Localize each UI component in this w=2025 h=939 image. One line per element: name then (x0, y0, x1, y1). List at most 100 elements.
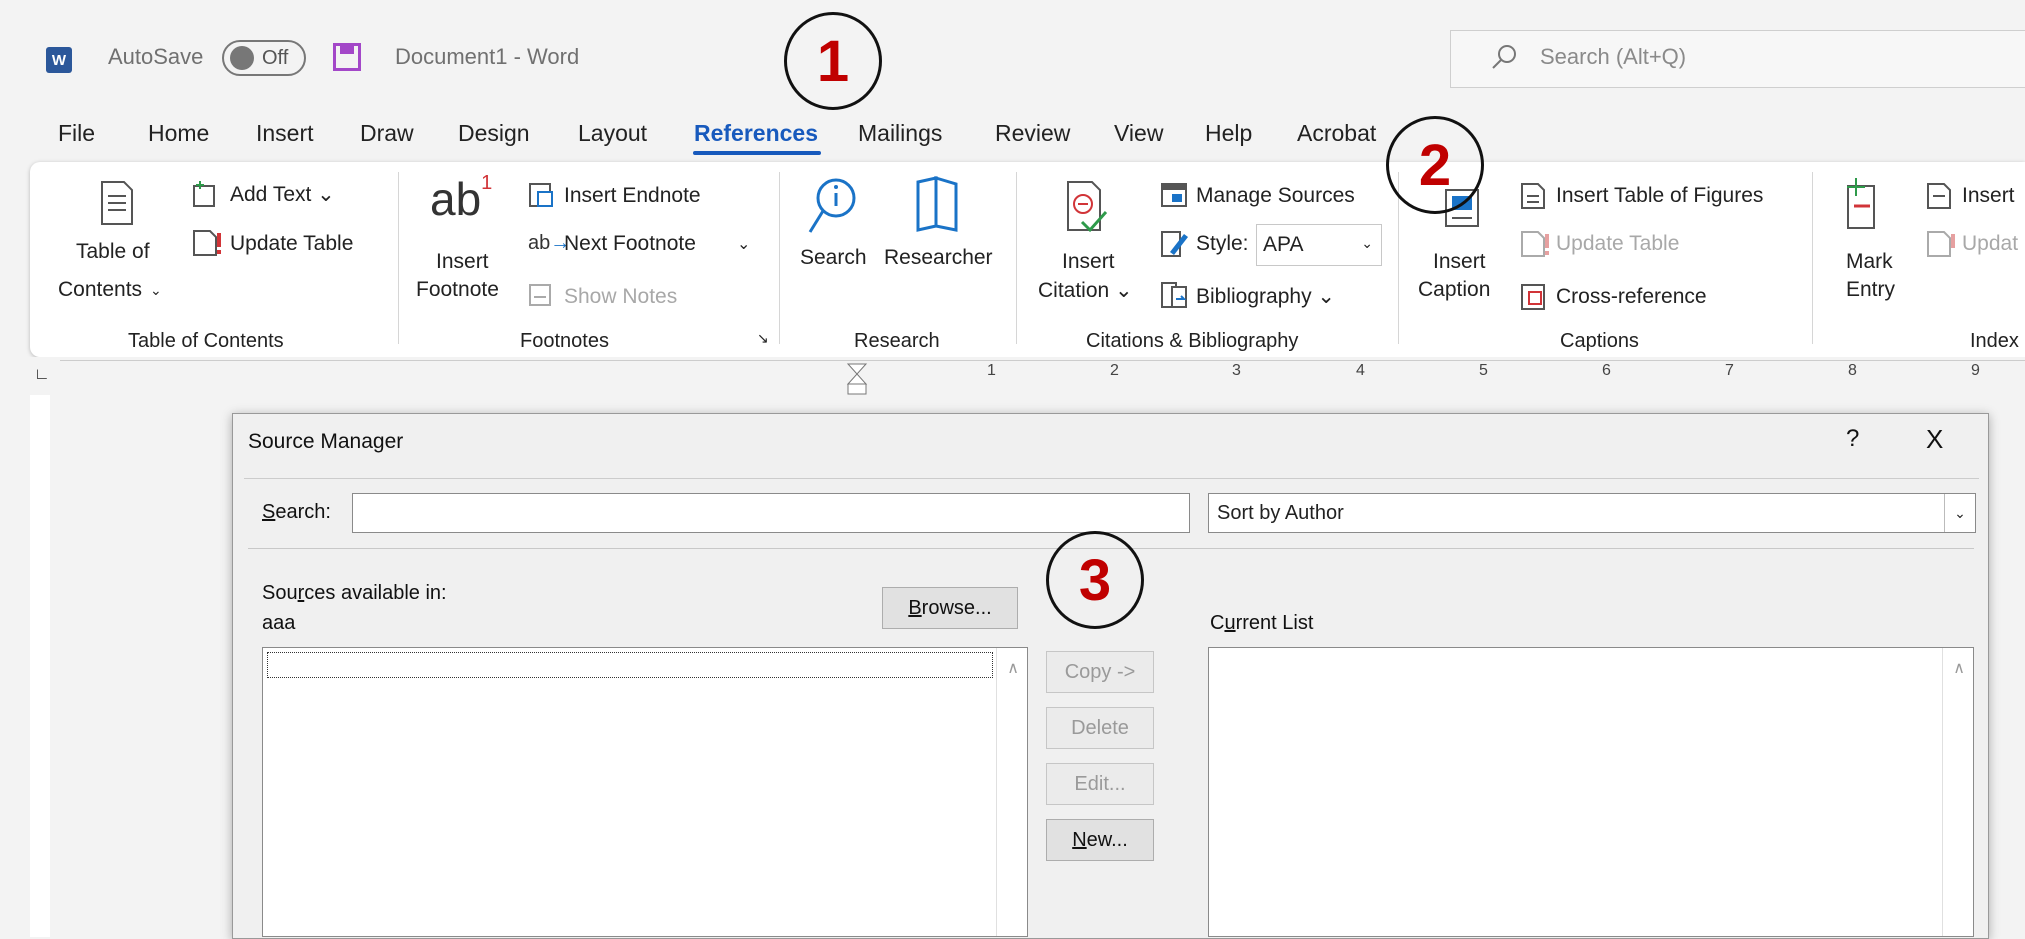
entry-label[interactable]: Entry (1846, 278, 1895, 302)
group-captions: Captions (1560, 330, 1639, 352)
group-research: Research (854, 330, 940, 352)
ruler-number: 5 (1479, 362, 1488, 379)
insert-citation-icon (1064, 180, 1110, 241)
tab-design[interactable]: Design (458, 120, 530, 147)
tab-layout[interactable]: Layout (578, 120, 647, 147)
cross-reference-button[interactable]: Cross-reference (1556, 285, 1707, 309)
ruler-number: 9 (1971, 362, 1980, 379)
toggle-knob (230, 46, 254, 70)
sources-label-part: ces available in: (304, 582, 447, 604)
update-index-button[interactable]: Updat (1962, 232, 2018, 256)
insert-caption-label[interactable]: Insert (1433, 250, 1486, 274)
insert-endnote-button[interactable]: Insert Endnote (564, 184, 701, 208)
tab-acrobat[interactable]: Acrobat (1297, 120, 1376, 147)
ruler-number: 1 (987, 362, 996, 379)
scroll-up-icon[interactable]: ∧ (1953, 658, 1965, 678)
new-label: ew... (1086, 828, 1128, 851)
chevron-down-icon[interactable]: ⌄ (1944, 494, 1975, 532)
ruler-number: 6 (1602, 362, 1611, 379)
help-button[interactable]: ? (1846, 425, 1859, 453)
next-footnote-dropdown-icon[interactable]: ⌄ (737, 234, 750, 254)
callout-1: 1 (784, 12, 882, 110)
sources-available-list[interactable]: ∧ (262, 647, 1028, 937)
document-title: Document1 - Word (395, 44, 580, 69)
next-footnote-button[interactable]: Next Footnote (564, 232, 696, 256)
current-list-label: Current List (1210, 612, 1313, 635)
edit-button[interactable]: Edit... (1046, 763, 1154, 805)
insert-footnote-label[interactable]: Insert (436, 250, 489, 274)
show-notes-button[interactable]: Show Notes (564, 285, 677, 309)
sort-select[interactable]: Sort by Author ⌄ (1208, 493, 1976, 533)
update-table-icon (1520, 230, 1552, 263)
ruler-number: 4 (1356, 362, 1365, 379)
tab-selector-icon[interactable]: ∟ (34, 366, 50, 384)
current-list[interactable]: ∧ (1208, 647, 1974, 937)
tab-help[interactable]: Help (1205, 120, 1252, 147)
current-access-key: u (1224, 612, 1236, 634)
contents-label[interactable]: Contents (58, 278, 142, 302)
manage-sources-button[interactable]: Manage Sources (1196, 184, 1355, 208)
mark-label[interactable]: Mark (1846, 250, 1893, 274)
search-placeholder: Search (Alt+Q) (1540, 44, 1687, 69)
save-icon[interactable] (333, 43, 361, 71)
search-icon (806, 176, 858, 243)
tab-view[interactable]: View (1114, 120, 1163, 147)
bibliography-icon (1160, 281, 1190, 314)
insert-table-of-figures-button[interactable]: Insert Table of Figures (1556, 184, 1763, 208)
tab-file[interactable]: File (58, 120, 95, 147)
search-input[interactable] (352, 493, 1190, 533)
ruler-number: 2 (1110, 362, 1119, 379)
table-of-label[interactable]: Table of (76, 240, 150, 264)
scroll-up-icon[interactable]: ∧ (1007, 658, 1019, 678)
add-text-button[interactable]: Add Text ⌄ (230, 182, 335, 207)
group-citations-bibliography: Citations & Bibliography (1086, 330, 1299, 352)
insert-index-button[interactable]: Insert (1962, 184, 2015, 208)
indent-marker-icon[interactable] (846, 362, 868, 396)
ribbon-separator (1812, 172, 1813, 344)
dialog-launcher-icon[interactable]: ↘ (757, 330, 769, 347)
tab-review[interactable]: Review (995, 120, 1070, 147)
insert-footnote-icon: ab1 (430, 172, 492, 226)
dialog-title: Source Manager (248, 430, 404, 453)
add-text-icon (192, 180, 218, 213)
update-table-button[interactable]: Update Table (230, 232, 353, 256)
sources-available-label: Sources available in: (262, 582, 447, 605)
research-search-button[interactable]: Search (800, 246, 867, 270)
sources-label-part: Sou (262, 582, 298, 604)
researcher-button[interactable]: Researcher (884, 246, 993, 270)
bibliography-button[interactable]: Bibliography ⌄ (1196, 284, 1335, 309)
scrollbar[interactable] (1942, 648, 1973, 936)
browse-button[interactable]: Browse... (882, 587, 1018, 629)
show-notes-icon (528, 283, 554, 314)
researcher-icon (912, 175, 962, 241)
copy-button[interactable]: Copy -> (1046, 651, 1154, 693)
tab-mailings[interactable]: Mailings (858, 120, 942, 147)
ruler-number: 8 (1848, 362, 1857, 379)
footnote-label[interactable]: Footnote (416, 278, 499, 302)
scrollbar[interactable] (996, 648, 1027, 936)
update-table-icon (192, 229, 224, 262)
list-focus-row[interactable] (267, 652, 993, 678)
chevron-down-icon: ⌄ (1361, 235, 1373, 251)
close-button[interactable]: X (1926, 424, 1943, 455)
table-of-contents-icon (100, 180, 134, 231)
tab-draw[interactable]: Draw (360, 120, 414, 147)
autosave-toggle[interactable]: Off (222, 40, 306, 76)
search-box[interactable] (1450, 30, 2025, 88)
caption-label[interactable]: Caption (1418, 278, 1490, 302)
delete-button[interactable]: Delete (1046, 707, 1154, 749)
tab-home[interactable]: Home (148, 120, 209, 147)
new-button[interactable]: New... (1046, 819, 1154, 861)
tab-insert[interactable]: Insert (256, 120, 314, 147)
active-tab-indicator (693, 151, 821, 155)
chevron-down-icon: ⌄ (150, 282, 162, 298)
cross-reference-icon (1520, 283, 1548, 316)
captions-update-table-button[interactable]: Update Table (1556, 232, 1679, 256)
insert-citation-button[interactable]: Citation ⌄ (1038, 278, 1133, 303)
ab-glyph: ab (430, 173, 482, 225)
style-select[interactable]: APA ⌄ (1256, 224, 1382, 266)
search-icon (1490, 42, 1520, 77)
insert-citation-label[interactable]: Insert (1062, 250, 1115, 274)
search-access-key: S (262, 501, 276, 523)
tab-references[interactable]: References (694, 120, 818, 147)
